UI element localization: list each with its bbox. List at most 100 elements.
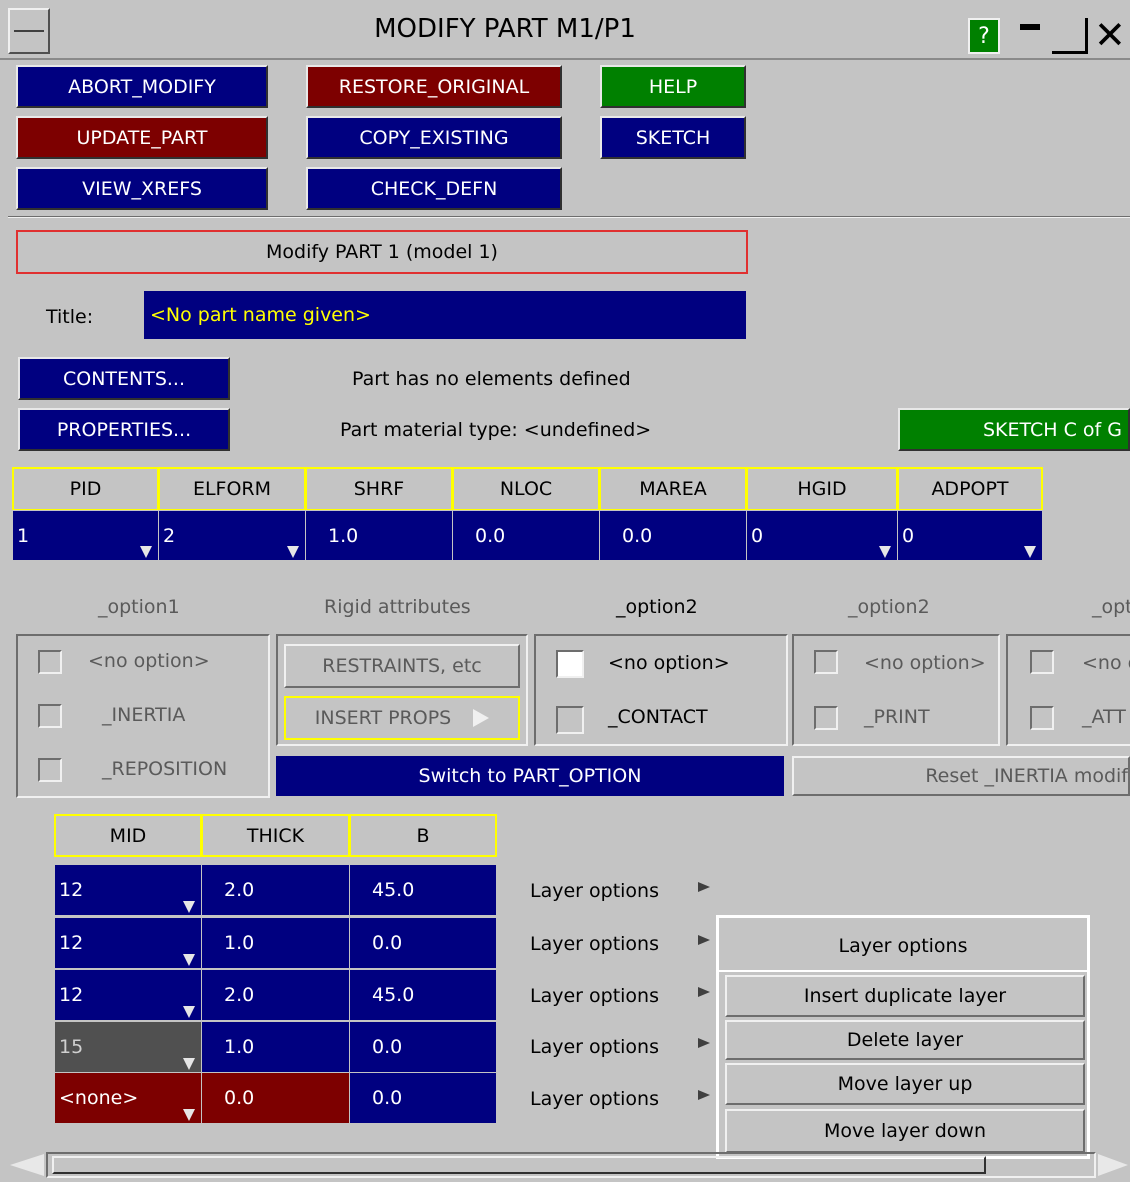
update-part-button[interactable]: UPDATE_PART [16, 116, 268, 159]
horizontal-scrollbar[interactable] [0, 1148, 1130, 1182]
header-pid: PID [12, 467, 159, 511]
layer-thick-field[interactable]: 2.0 [201, 969, 350, 1021]
checkbox-print[interactable] [814, 706, 838, 730]
dropdown-arrow-icon [183, 901, 195, 913]
elform-field[interactable]: 2 [158, 510, 306, 561]
dropdown-arrow-icon [140, 546, 152, 558]
checkbox-no-option[interactable] [38, 650, 62, 674]
scroll-track[interactable] [46, 1152, 1096, 1178]
minimize-icon[interactable] [1012, 18, 1048, 54]
pid-field[interactable]: 1 [12, 510, 159, 561]
layer-options-label[interactable]: Layer options [530, 880, 659, 902]
sketch-cog-button[interactable]: SKETCH C of G [898, 408, 1130, 451]
header-shrf: SHRF [305, 467, 453, 511]
properties-info: Part material type: <undefined> [340, 419, 652, 441]
submenu-flag-icon[interactable] [698, 882, 710, 892]
option4-label: _opt [1092, 596, 1130, 618]
checkbox-att[interactable] [1030, 706, 1054, 730]
view-xrefs-button[interactable]: VIEW_XREFS [16, 167, 268, 210]
switch-part-option-button[interactable]: Switch to PART_OPTION [276, 756, 784, 796]
window-title: MODIFY PART M1/P1 [374, 14, 636, 44]
move-layer-up-item[interactable]: Move layer up [725, 1063, 1085, 1105]
insert-props-button[interactable]: INSERT PROPS [284, 696, 520, 740]
scroll-right-icon[interactable] [1098, 1154, 1128, 1176]
title-bar: MODIFY PART M1/P1 ? ✕ [0, 0, 1130, 60]
layer-thick-field[interactable]: 0.0 [201, 1072, 350, 1124]
shrf-field[interactable]: 1.0 [305, 510, 453, 561]
dropdown-arrow-icon [183, 1006, 195, 1018]
sketch-button[interactable]: SKETCH [600, 116, 746, 159]
close-icon[interactable]: ✕ [1094, 14, 1130, 56]
option4-item: <no o [1082, 652, 1130, 674]
checkbox-contact[interactable] [556, 706, 584, 734]
option3-item: <no option> [864, 652, 986, 674]
scroll-thumb[interactable] [52, 1156, 986, 1174]
contents-button[interactable]: CONTENTS... [18, 357, 230, 400]
modify-banner: Modify PART 1 (model 1) [16, 230, 748, 274]
option1-item: _INERTIA [102, 704, 186, 726]
abort-modify-button[interactable]: ABORT_MODIFY [16, 65, 268, 108]
maximize-icon[interactable] [1052, 18, 1088, 54]
option1-group: <no option> _INERTIA _REPOSITION [16, 634, 270, 798]
checkbox-no-option[interactable] [1030, 650, 1054, 674]
adpopt-field[interactable]: 0 [897, 510, 1043, 561]
layer-options-label[interactable]: Layer options [530, 1036, 659, 1058]
option2-item: <no option> [608, 652, 730, 674]
option3-label: _option2 [848, 596, 930, 618]
layer-mid-field[interactable]: 15 [54, 1021, 202, 1073]
header-mid: MID [54, 814, 202, 857]
option2-label: _option2 [616, 596, 698, 618]
insert-duplicate-layer-item[interactable]: Insert duplicate layer [725, 975, 1085, 1017]
layer-options-label[interactable]: Layer options [530, 933, 659, 955]
scroll-left-icon[interactable] [10, 1154, 44, 1176]
reset-inertia-button[interactable]: Reset _INERTIA modif [792, 756, 1130, 796]
option4-group: <no o _ATT [1006, 634, 1130, 746]
restraints-button[interactable]: RESTRAINTS, etc [284, 644, 520, 688]
delete-layer-item[interactable]: Delete layer [725, 1020, 1085, 1060]
section-divider [8, 216, 1130, 218]
dropdown-arrow-icon [1024, 546, 1036, 558]
header-b: B [349, 814, 497, 857]
help-icon[interactable]: ? [968, 18, 1000, 54]
layer-thick-field[interactable]: 2.0 [201, 864, 350, 916]
layer-mid-field[interactable]: 12 [54, 917, 202, 969]
option1-item: <no option> [88, 650, 210, 672]
submenu-flag-icon[interactable] [698, 987, 710, 997]
layer-b-field[interactable]: 45.0 [349, 969, 497, 1021]
title-input[interactable]: <No part name given> [144, 291, 746, 339]
option2-item: _CONTACT [608, 706, 708, 728]
layer-b-field[interactable]: 0.0 [349, 1072, 497, 1124]
layer-mid-field[interactable]: <none> [54, 1072, 202, 1124]
dropdown-arrow-icon [183, 954, 195, 966]
layer-b-field[interactable]: 0.0 [349, 917, 497, 969]
title-label: Title: [46, 306, 94, 328]
restore-original-button[interactable]: RESTORE_ORIGINAL [306, 65, 562, 108]
submenu-flag-icon[interactable] [698, 1038, 710, 1048]
layer-options-label[interactable]: Layer options [530, 1088, 659, 1110]
layer-b-field[interactable]: 45.0 [349, 864, 497, 916]
submenu-flag-icon[interactable] [698, 935, 710, 945]
layer-mid-field[interactable]: 12 [54, 864, 202, 916]
submenu-flag-icon[interactable] [698, 1090, 710, 1100]
layer-options-label[interactable]: Layer options [530, 985, 659, 1007]
move-layer-down-item[interactable]: Move layer down [725, 1109, 1085, 1153]
header-adpopt: ADPOPT [897, 467, 1043, 511]
layer-b-field[interactable]: 0.0 [349, 1021, 497, 1073]
dropdown-arrow-icon [287, 546, 299, 558]
copy-existing-button[interactable]: COPY_EXISTING [306, 116, 562, 159]
checkbox-reposition[interactable] [38, 758, 62, 782]
checkbox-no-option[interactable] [556, 650, 584, 678]
checkbox-inertia[interactable] [38, 704, 62, 728]
check-defn-button[interactable]: CHECK_DEFN [306, 167, 562, 210]
nloc-field[interactable]: 0.0 [452, 510, 600, 561]
help-button[interactable]: HELP [600, 65, 746, 108]
checkbox-no-option[interactable] [814, 650, 838, 674]
layer-thick-field[interactable]: 1.0 [201, 1021, 350, 1073]
menu-title: Layer options [838, 935, 968, 957]
hgid-field[interactable]: 0 [746, 510, 898, 561]
layer-mid-field[interactable]: 12 [54, 969, 202, 1021]
properties-button[interactable]: PROPERTIES... [18, 408, 230, 451]
marea-field[interactable]: 0.0 [599, 510, 747, 561]
layer-thick-field[interactable]: 1.0 [201, 917, 350, 969]
dropdown-arrow-icon [183, 1109, 195, 1121]
